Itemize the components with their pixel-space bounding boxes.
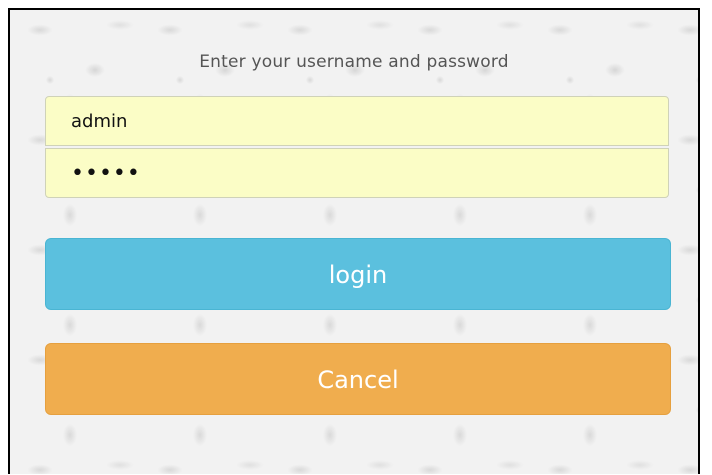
login-panel: Enter your username and password login C… <box>8 8 700 474</box>
password-input[interactable] <box>45 148 669 198</box>
username-input[interactable] <box>45 96 669 146</box>
cancel-button[interactable]: Cancel <box>45 343 671 415</box>
login-button[interactable]: login <box>45 238 671 310</box>
login-prompt-text: Enter your username and password <box>199 52 509 72</box>
